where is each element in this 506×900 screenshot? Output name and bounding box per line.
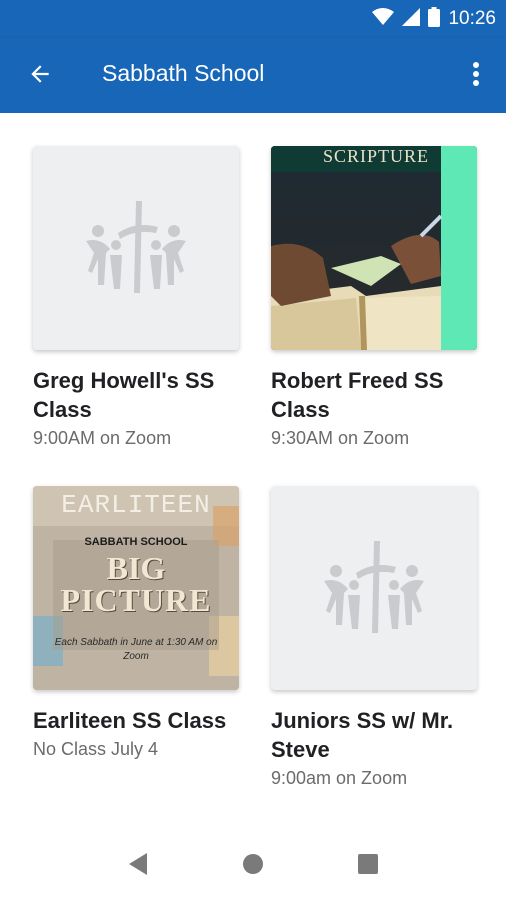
- poster-picture: PICTURE: [60, 582, 212, 618]
- card-thumbnail: EARLITEEN SABBATH SCHOOL BIG PICTURE Eac…: [33, 486, 239, 690]
- card-subtitle: No Class July 4: [33, 739, 159, 759]
- system-nav-bar: [0, 827, 506, 900]
- card-title: Robert Freed SS Class: [271, 368, 444, 422]
- back-button[interactable]: [22, 56, 58, 92]
- card-title: Earliteen SS Class: [33, 708, 227, 733]
- poster-subheading: SABBATH SCHOOL: [84, 536, 188, 548]
- card-thumbnail: SCRIPTURE: [271, 146, 477, 350]
- scripture-photo: [271, 146, 477, 350]
- app-bar: Sabbath School: [0, 38, 506, 113]
- recents-square-icon: [358, 853, 379, 874]
- status-icons: 10:26: [372, 6, 496, 32]
- status-time: 10:26: [448, 8, 496, 29]
- class-card[interactable]: SCRIPTURE Robert Freed SS Class 9:30AM o…: [271, 146, 477, 450]
- card-subtitle: 9:00AM on Zoom: [33, 428, 172, 448]
- nav-recents-button[interactable]: [348, 844, 388, 884]
- class-card[interactable]: EARLITEEN SABBATH SCHOOL BIG PICTURE Eac…: [33, 486, 239, 761]
- page-title: Sabbath School: [102, 60, 265, 86]
- class-card[interactable]: Juniors SS w/ Mr. Steve 9:00am on Zoom: [271, 486, 477, 790]
- card-thumbnail: [33, 146, 239, 350]
- battery-icon: [428, 6, 441, 32]
- class-grid: Greg Howell's SS Class 9:00AM on Zoom SC…: [0, 113, 506, 827]
- card-title: Greg Howell's SS Class: [33, 368, 215, 422]
- card-subtitle: 9:30AM on Zoom: [271, 428, 410, 448]
- card-thumbnail: [271, 486, 477, 690]
- home-circle-icon: [242, 853, 263, 874]
- card-subtitle: 9:00am on Zoom: [271, 768, 408, 788]
- poster-heading: EARLITEEN: [61, 490, 211, 520]
- church-logo-icon: [86, 201, 186, 293]
- signal-icon: [402, 7, 421, 31]
- arrow-back-icon: [31, 65, 49, 83]
- class-card[interactable]: Greg Howell's SS Class 9:00AM on Zoom: [33, 146, 239, 450]
- more-vert-icon: [473, 62, 479, 86]
- poster-schedule: Each Sabbath in June at 1:30 AM on Zoom: [54, 637, 218, 662]
- overflow-menu-button[interactable]: [464, 56, 488, 92]
- scripture-heading: SCRIPTURE: [323, 146, 430, 166]
- church-logo-icon: [324, 541, 424, 633]
- nav-back-button[interactable]: [118, 844, 158, 884]
- status-bar: 10:26: [0, 0, 506, 38]
- wifi-icon: [372, 7, 395, 31]
- card-title: Juniors SS w/ Mr. Steve: [271, 708, 454, 762]
- back-triangle-icon: [128, 852, 147, 875]
- nav-home-button[interactable]: [233, 844, 273, 884]
